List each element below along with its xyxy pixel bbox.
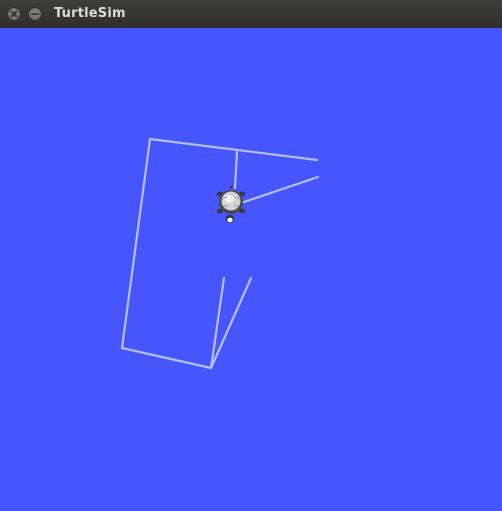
pen-path-inner-vertical: [233, 149, 239, 190]
turtle-canvas[interactable]: [0, 28, 502, 511]
pen-path-inner-diagonal: [236, 175, 320, 206]
minimize-button[interactable]: [28, 7, 42, 21]
pen-path-outline: [120, 137, 319, 370]
close-button[interactable]: [7, 7, 21, 21]
close-icon: [10, 10, 18, 18]
drawing-surface: [120, 137, 320, 370]
pen-trail: [120, 137, 320, 370]
title-bar[interactable]: TurtleSim: [0, 0, 502, 29]
window-title: TurtleSim: [54, 6, 126, 21]
turtle-icon[interactable]: [216, 186, 246, 223]
minimize-icon: [31, 13, 39, 15]
turtlesim-window: TurtleSim: [0, 0, 502, 511]
